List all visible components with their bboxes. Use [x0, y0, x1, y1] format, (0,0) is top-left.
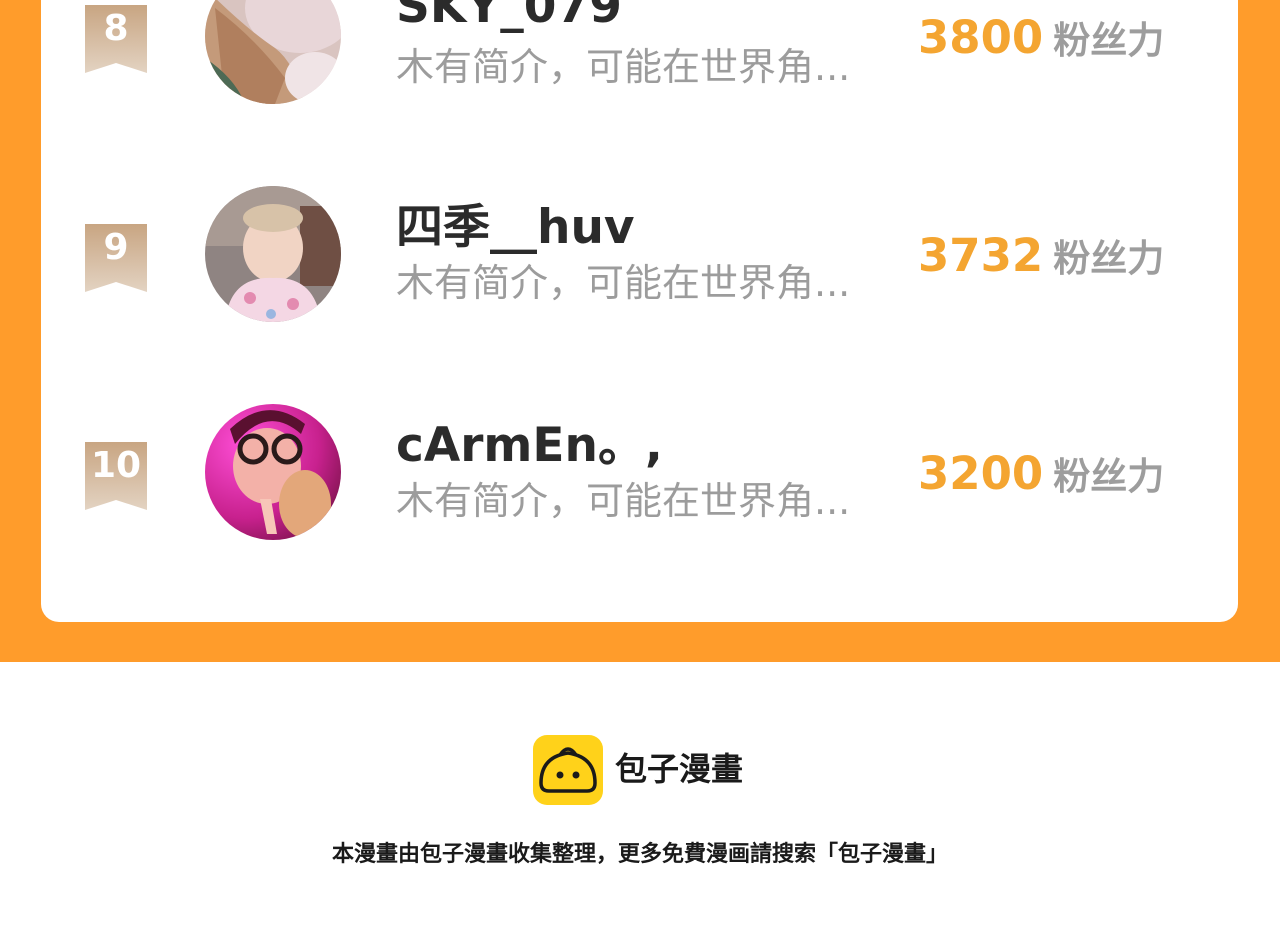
brand-name: 包子漫畫: [615, 750, 744, 788]
fans-power: 3200 粉丝力: [918, 447, 1164, 511]
username[interactable]: cArmEn。,: [396, 419, 663, 473]
rank-number: 8: [103, 8, 129, 49]
rank-ribbon-badge: 10: [85, 442, 147, 510]
rank-ribbon-badge: 8: [85, 5, 147, 73]
rank-ribbon-badge: 9: [85, 224, 147, 292]
fans-power-label: 粉丝力: [1053, 455, 1165, 498]
ranking-row[interactable]: 10 cArmEn。, 木有简介，可能在世界角... 3200 粉丝力: [41, 404, 1238, 544]
user-bio: 木有简介，可能在世界角...: [396, 479, 851, 523]
user-avatar[interactable]: [205, 186, 341, 322]
rank-number: 10: [90, 445, 142, 486]
ranking-row[interactable]: 9 四季__huv 木有简介，可能在世界角... 3732 粉丝力: [41, 186, 1238, 326]
fans-power-label: 粉丝力: [1053, 19, 1165, 62]
ranking-card: 8 SKY_079 木有简介，可能在世界角... 3800 粉丝力 9 四季__…: [41, 0, 1238, 622]
fans-power: 3732 粉丝力: [918, 229, 1164, 293]
user-bio: 木有简介，可能在世界角...: [396, 261, 851, 305]
fans-power-value: 3732: [918, 229, 1044, 282]
brand-logo[interactable]: 包子漫畫: [533, 735, 773, 805]
fans-power: 3800 粉丝力: [918, 11, 1164, 75]
username[interactable]: 四季__huv: [396, 201, 635, 255]
fans-power-label: 粉丝力: [1053, 237, 1165, 280]
fans-power-value: 3200: [918, 447, 1044, 500]
user-bio: 木有简介，可能在世界角...: [396, 45, 851, 89]
user-avatar[interactable]: [205, 404, 341, 540]
fans-power-value: 3800: [918, 11, 1044, 64]
rank-number: 9: [103, 227, 129, 268]
user-avatar[interactable]: [205, 0, 341, 104]
ranking-row[interactable]: 8 SKY_079 木有简介，可能在世界角... 3800 粉丝力: [41, 0, 1238, 110]
username[interactable]: SKY_079: [396, 0, 622, 34]
footer-note: 本漫畫由包子漫畫收集整理，更多免費漫画請搜索「包子漫畫」: [331, 842, 948, 867]
bun-logo-icon: [533, 735, 603, 805]
